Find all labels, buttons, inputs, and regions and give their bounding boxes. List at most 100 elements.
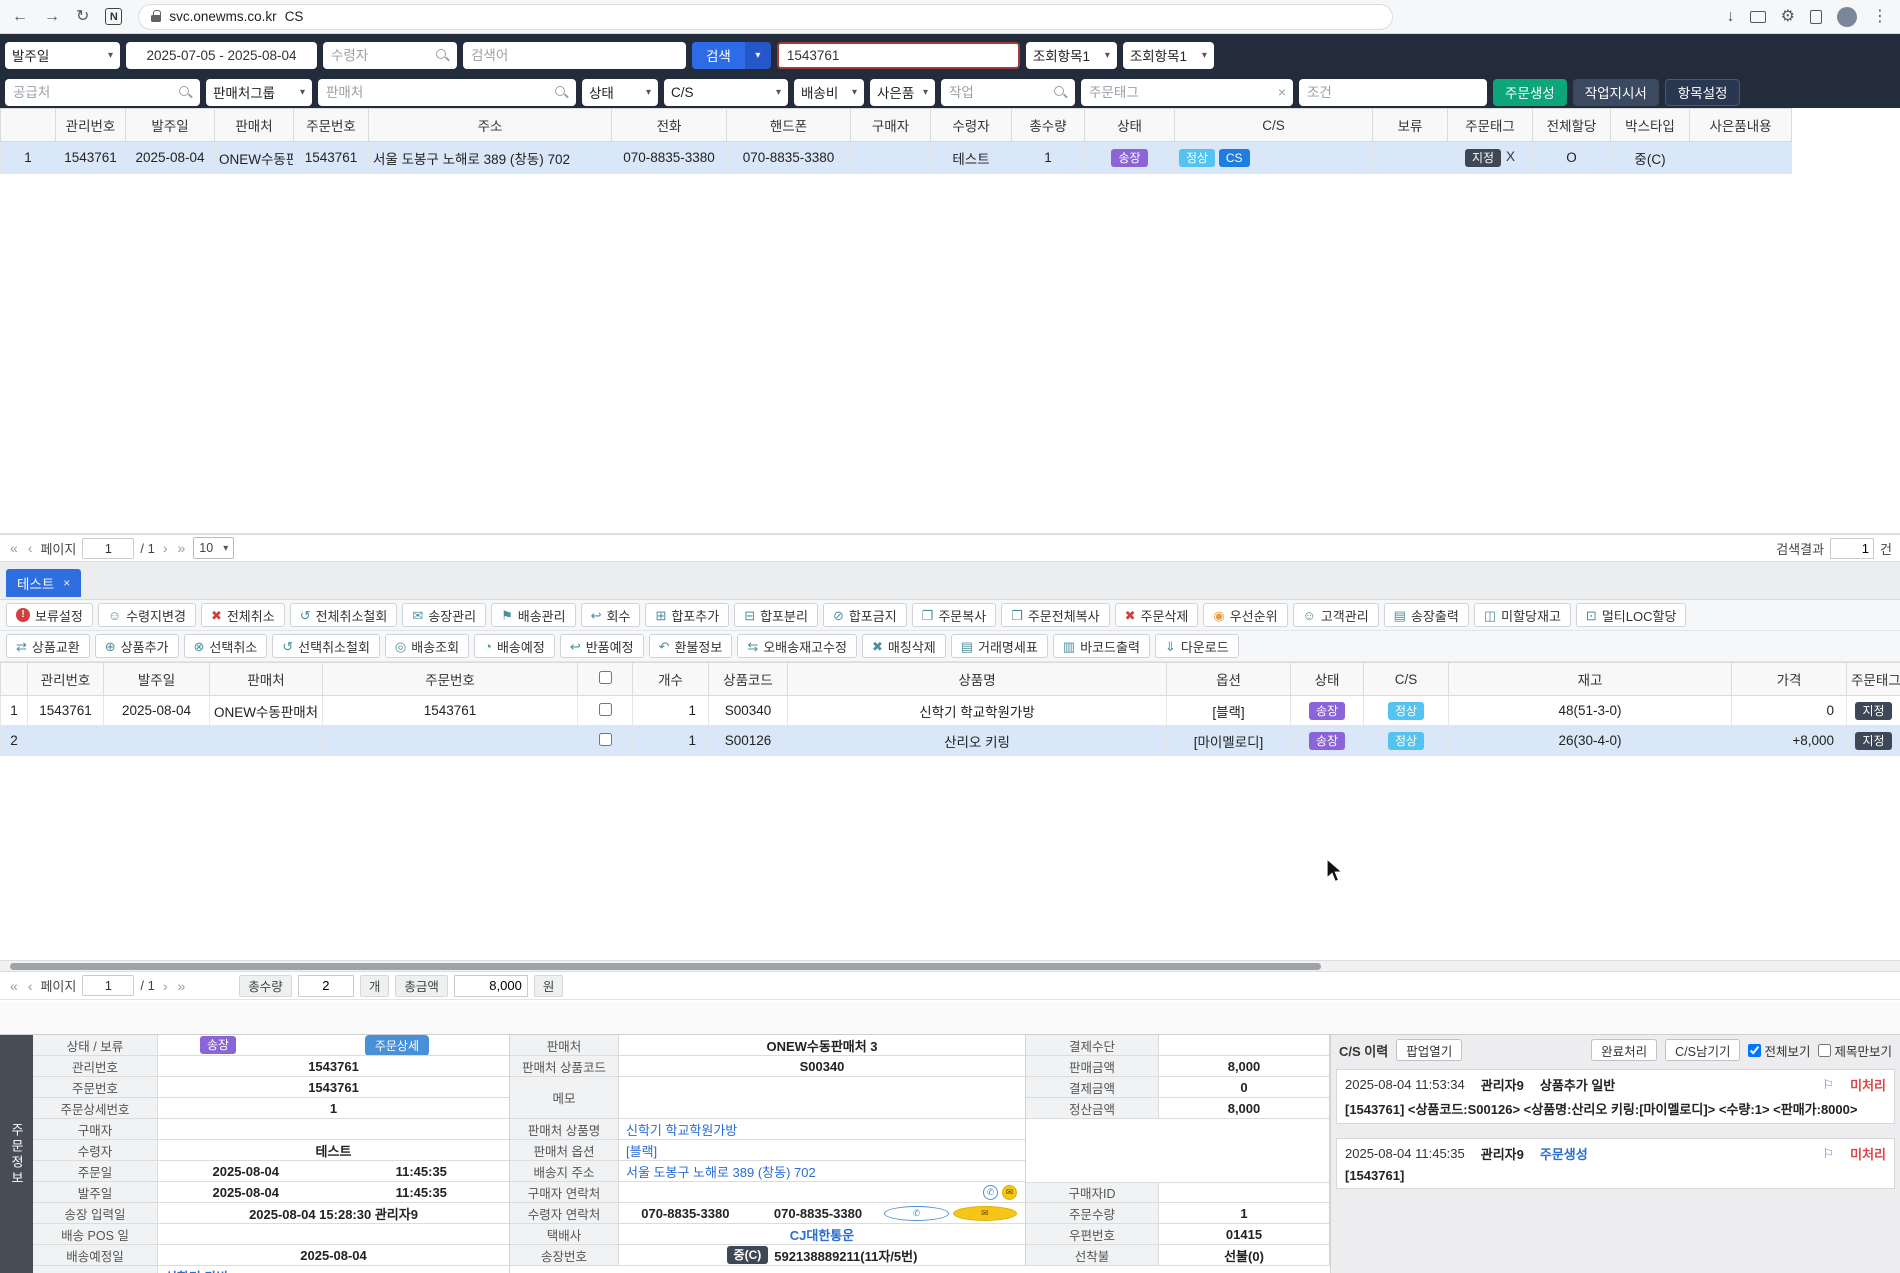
- date-range-input[interactable]: [126, 41, 317, 69]
- complete-process-button[interactable]: 완료처리: [1591, 1039, 1658, 1061]
- supplier-input[interactable]: [5, 78, 200, 106]
- search-icon[interactable]: [1054, 85, 1068, 100]
- item-row[interactable]: 2 1 S00126 산리오 키링 [마이멜로디] 송장 정상 26(30-4-…: [0, 725, 1900, 756]
- date-type-select[interactable]: 발주일 ▾: [5, 41, 120, 69]
- return-schedule-button[interactable]: ↩ 반품예정: [559, 634, 644, 658]
- cancel-all-undo-button[interactable]: ↺ 전체취소철회: [289, 603, 398, 627]
- product-add-button[interactable]: ⊕ 상품추가: [94, 634, 179, 658]
- status-select[interactable]: 상태 ▾: [582, 78, 658, 106]
- condition-input[interactable]: [1299, 78, 1487, 106]
- message-icon[interactable]: ✉: [1002, 1184, 1017, 1200]
- carrier-link[interactable]: CJ대한통운: [619, 1224, 1025, 1244]
- next-page-icon[interactable]: ›: [161, 540, 170, 556]
- page-number-input[interactable]: [82, 975, 135, 996]
- cs-select[interactable]: C/S ▾: [664, 78, 788, 106]
- select-all-checkbox[interactable]: [598, 671, 612, 684]
- first-page-icon[interactable]: «: [8, 540, 20, 556]
- cast-icon[interactable]: [1749, 10, 1766, 23]
- keyword-input[interactable]: [463, 41, 686, 69]
- view-all-checkbox[interactable]: [1748, 1043, 1762, 1057]
- search-icon[interactable]: [555, 85, 569, 100]
- page-size-select[interactable]: 10 ▾: [193, 537, 235, 559]
- transaction-statement-button[interactable]: ▤ 거래명세표: [950, 634, 1048, 658]
- forward-icon[interactable]: →: [44, 8, 60, 25]
- clear-icon[interactable]: ×: [1278, 84, 1286, 100]
- receiver-change-button[interactable]: ☺ 수령지변경: [97, 603, 196, 627]
- phone-icon[interactable]: ✆: [884, 1205, 949, 1221]
- product-exchange-button[interactable]: ⇄ 상품교환: [6, 634, 90, 658]
- work-order-sheet-button[interactable]: 작업지시서: [1572, 78, 1659, 106]
- misdelivery-stock-fix-button[interactable]: ⇆ 오배송재고수정: [737, 634, 857, 658]
- cs-history-entry[interactable]: 2025-08-04 11:45:35 관리자9 주문생성 ⚐ 미처리 [154…: [1336, 1138, 1895, 1189]
- profile-avatar[interactable]: [1837, 6, 1857, 27]
- menu-dots-icon[interactable]: ⋮: [1872, 8, 1888, 25]
- order-number-search-input[interactable]: [776, 41, 1020, 69]
- last-page-icon[interactable]: »: [176, 978, 188, 994]
- leave-cs-button[interactable]: C/S남기기: [1665, 1039, 1741, 1061]
- url-bar[interactable]: svc.onewms.co.kr CS: [138, 3, 1394, 30]
- shipping-schedule-button[interactable]: ◔ 배송예정: [474, 634, 555, 658]
- scrollbar-thumb[interactable]: [10, 963, 1321, 970]
- lookup-item2-select[interactable]: 조회항목1 ▾: [1122, 41, 1214, 69]
- search-icon[interactable]: [436, 48, 450, 63]
- row-checkbox[interactable]: [598, 702, 612, 716]
- order-row[interactable]: 1 1543761 2025-08-04 ONEW수동판 1543761 서울 …: [0, 141, 1792, 174]
- download-icon[interactable]: ↓: [1727, 8, 1735, 25]
- prev-page-icon[interactable]: ‹: [26, 978, 35, 994]
- page-number-input[interactable]: [82, 537, 135, 559]
- message-icon[interactable]: ✉: [952, 1205, 1018, 1221]
- lock-icon[interactable]: [151, 10, 162, 23]
- create-order-button[interactable]: 주문생성: [1493, 78, 1567, 106]
- invoice-print-button[interactable]: ▤ 송장출력: [1383, 603, 1469, 627]
- order-detail-button[interactable]: 주문상세: [364, 1035, 429, 1055]
- order-copy-button[interactable]: ❐ 주문복사: [911, 603, 997, 627]
- shipping-track-button[interactable]: ◎ 배송조회: [384, 634, 470, 658]
- cancel-selected-undo-button[interactable]: ↺ 선택취소철회: [272, 634, 380, 658]
- priority-button[interactable]: ◉ 우선순위: [1203, 603, 1288, 627]
- retrieve-button[interactable]: ↩ 회수: [580, 603, 641, 627]
- search-button[interactable]: 검색: [692, 41, 745, 69]
- unallocated-stock-button[interactable]: ◫ 미할당재고: [1473, 603, 1571, 627]
- gear-icon[interactable]: ⚙: [1781, 8, 1795, 25]
- row-checkbox[interactable]: [598, 732, 612, 746]
- seller-input[interactable]: [318, 78, 576, 106]
- seller-option-link[interactable]: [블랙]: [619, 1140, 1025, 1160]
- popup-open-button[interactable]: 팝업열기: [1396, 1039, 1463, 1061]
- item-row[interactable]: 1 1543761 2025-08-04 ONEW수동판매처 3 1543761…: [0, 695, 1900, 726]
- seller-group-select[interactable]: 판매처그룹 ▾: [206, 78, 312, 106]
- pin-icon[interactable]: ⚐: [1822, 1146, 1834, 1162]
- cs-history-entry[interactable]: 2025-08-04 11:53:34 관리자9 상품추가 일반 ⚐ 미처리 […: [1336, 1069, 1895, 1124]
- bundle-add-button[interactable]: ⊞ 합포추가: [645, 603, 730, 627]
- seller-product-name-link[interactable]: 신학기 학교학원가방: [619, 1119, 1025, 1139]
- item-setting-button[interactable]: 항목설정: [1664, 78, 1741, 106]
- order-info-side-tab[interactable]: 주문정보: [0, 1035, 33, 1273]
- tab-test[interactable]: 테스트 ×: [6, 569, 82, 597]
- next-page-icon[interactable]: ›: [161, 978, 170, 994]
- close-icon[interactable]: ×: [63, 576, 70, 590]
- memo-cell[interactable]: [619, 1077, 1025, 1118]
- delivery-fee-select[interactable]: 배송비 ▾: [794, 78, 864, 106]
- order-copy-all-button[interactable]: ❒ 주문전체복사: [1001, 603, 1110, 627]
- multi-loc-assign-button[interactable]: ⊡ 멀티LOC할당: [1575, 603, 1687, 627]
- cancel-all-button[interactable]: ✖ 전체취소: [200, 603, 285, 627]
- bundle-block-button[interactable]: ⊘ 합포금지: [822, 603, 907, 627]
- cancel-selected-button[interactable]: ⊗ 선택취소: [183, 634, 268, 658]
- gift-select[interactable]: 사은품 ▾: [870, 78, 935, 106]
- download-button[interactable]: ⇓ 다운로드: [1154, 634, 1239, 658]
- search-icon[interactable]: [179, 85, 193, 100]
- search-dropdown-button[interactable]: ▾: [744, 41, 771, 69]
- refund-info-button[interactable]: ↶ 환불정보: [648, 634, 733, 658]
- matched-product-link[interactable]: 신학기 가방: [158, 1266, 509, 1273]
- first-page-icon[interactable]: «: [8, 978, 20, 994]
- prev-page-icon[interactable]: ‹: [26, 540, 35, 556]
- shipping-address-link[interactable]: 서울 도봉구 노해로 389 (창동) 702: [619, 1161, 1025, 1181]
- last-page-icon[interactable]: »: [176, 540, 188, 556]
- order-tag-input[interactable]: [1081, 78, 1293, 106]
- order-delete-button[interactable]: ✖ 주문삭제: [1114, 603, 1199, 627]
- barcode-print-button[interactable]: ▥ 바코드출력: [1052, 634, 1150, 658]
- lookup-item1-select[interactable]: 조회항목1 ▾: [1025, 41, 1117, 69]
- back-icon[interactable]: ←: [12, 8, 28, 25]
- phone-icon[interactable]: ✆: [983, 1184, 998, 1200]
- shipping-manage-button[interactable]: ⚑ 배송관리: [491, 603, 576, 627]
- extension-icon[interactable]: N: [105, 8, 123, 25]
